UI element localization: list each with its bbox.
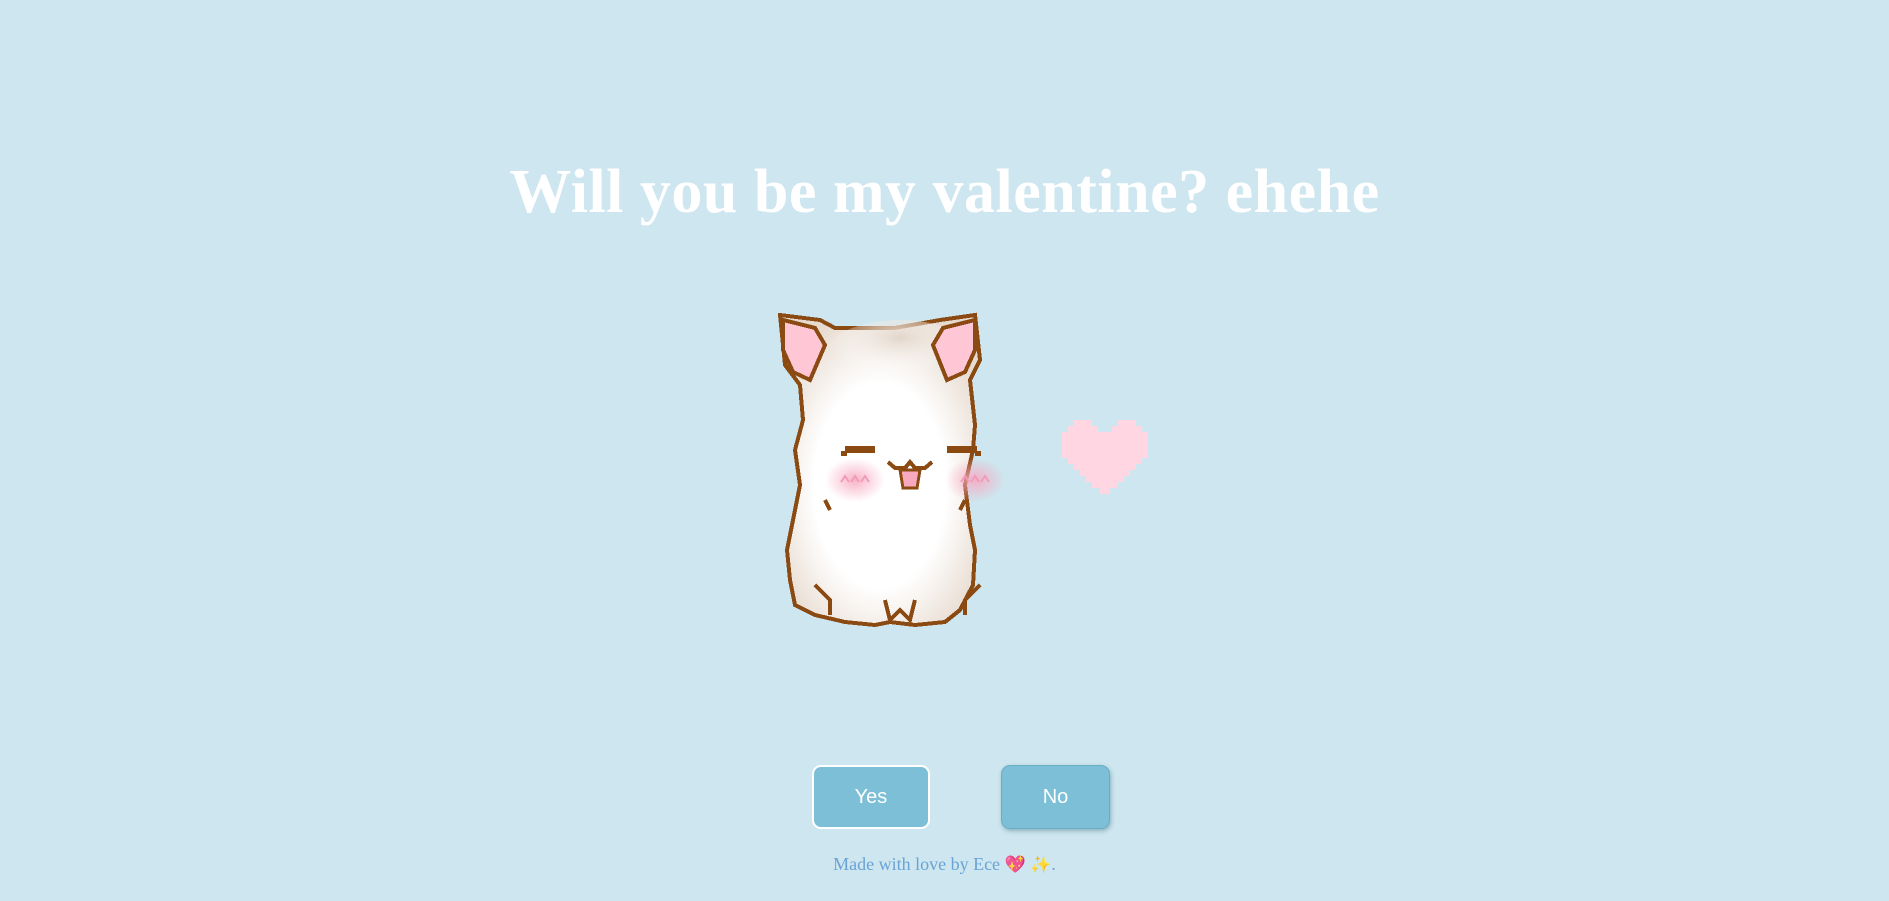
- footer-credit: Made with love by Ece 💖 ✨.: [0, 854, 1889, 875]
- pixel-heart-icon: [1062, 420, 1148, 494]
- no-button[interactable]: No: [1001, 765, 1110, 829]
- pixel-cat-icon: [777, 312, 1005, 628]
- page-title: Will you be my valentine? ehehe: [509, 158, 1380, 226]
- yes-button[interactable]: Yes: [812, 765, 930, 829]
- heart-emoji-icon: 💖: [1004, 855, 1026, 875]
- footer-end: .: [1051, 854, 1056, 874]
- sparkles-emoji-icon: ✨: [1030, 855, 1052, 875]
- footer-text: Made with love by Ece: [833, 854, 1001, 874]
